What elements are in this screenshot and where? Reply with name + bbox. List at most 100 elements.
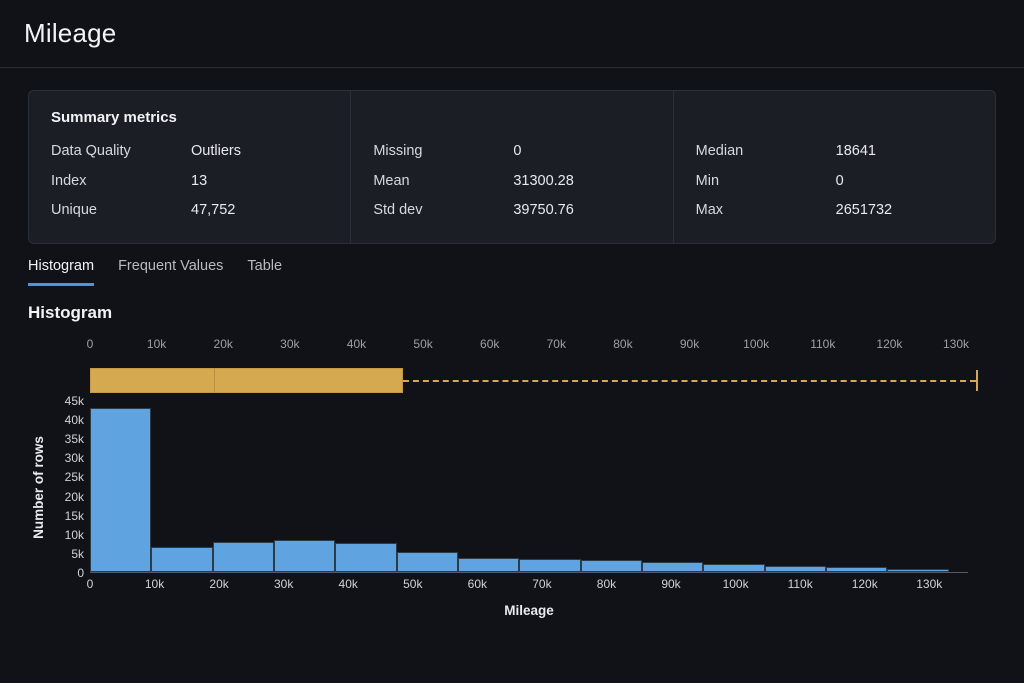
boxplot-box xyxy=(90,368,403,393)
histogram-bar[interactable] xyxy=(887,569,948,572)
metric-label: Missing xyxy=(373,137,513,167)
histogram-bar[interactable] xyxy=(519,559,580,572)
metric-row: Max 2651732 xyxy=(696,196,973,226)
metric-label: Mean xyxy=(373,167,513,197)
x-tick-label: 120k xyxy=(852,577,878,591)
boxplot-tick-label: 120k xyxy=(876,337,902,351)
summary-heading: Summary metrics xyxy=(51,109,328,126)
boxplot-track xyxy=(90,365,996,395)
page-title: Mileage xyxy=(24,18,116,49)
boxplot-tick-label: 70k xyxy=(547,337,566,351)
metric-value: 0 xyxy=(836,167,844,197)
x-tick-label: 90k xyxy=(661,577,680,591)
y-tick-label: 40k xyxy=(65,413,84,427)
histogram-bar[interactable] xyxy=(642,562,703,572)
histogram-bar[interactable] xyxy=(765,566,826,572)
boxplot-tick-label: 40k xyxy=(347,337,366,351)
tab-table[interactable]: Table xyxy=(247,258,282,286)
section-title: Histogram xyxy=(0,286,1024,323)
x-tick-label: 60k xyxy=(468,577,487,591)
y-axis-title: Number of rows xyxy=(28,401,48,573)
boxplot-median-line xyxy=(214,368,215,393)
metric-label: Median xyxy=(696,137,836,167)
metric-label: Max xyxy=(696,196,836,226)
metric-row: Unique 47,752 xyxy=(51,196,328,226)
boxplot-tick-label: 30k xyxy=(280,337,299,351)
metric-row: Min 0 xyxy=(696,167,973,197)
boxplot-tick-label: 80k xyxy=(613,337,632,351)
boxplot-tick-label: 100k xyxy=(743,337,769,351)
page-header: Mileage xyxy=(0,0,1024,68)
summary-column-1: Summary metrics Data Quality Outliers In… xyxy=(29,91,351,243)
boxplot-tick-label: 10k xyxy=(147,337,166,351)
x-tick-label: 0 xyxy=(87,577,94,591)
y-axis-title-label: Number of rows xyxy=(31,436,46,539)
metric-value: 39750.76 xyxy=(513,196,573,226)
metric-value: 18641 xyxy=(836,137,876,167)
x-tick-label: 40k xyxy=(339,577,358,591)
y-tick-label: 15k xyxy=(65,509,84,523)
histogram-bar[interactable] xyxy=(151,547,212,572)
y-tick-label: 20k xyxy=(65,490,84,504)
metric-label: Index xyxy=(51,167,191,197)
metric-row: Median 18641 xyxy=(696,137,973,167)
boxplot-axis: 010k20k30k40k50k60k70k80k90k100k110k120k… xyxy=(90,337,996,355)
metric-value: 47,752 xyxy=(191,196,235,226)
histogram-bar[interactable] xyxy=(274,540,335,572)
y-tick-label: 0 xyxy=(77,566,84,580)
histogram-bar[interactable] xyxy=(581,560,642,572)
histogram-plot-area xyxy=(90,401,968,573)
x-tick-label: 20k xyxy=(209,577,228,591)
histogram-bar[interactable] xyxy=(90,408,151,572)
histogram-bar[interactable] xyxy=(335,543,396,572)
y-axis-ticks: 05k10k15k20k25k30k35k40k45k xyxy=(48,401,88,573)
metric-row: Missing 0 xyxy=(373,137,650,167)
tab-frequent-values[interactable]: Frequent Values xyxy=(118,258,223,286)
tab-bar: Histogram Frequent Values Table xyxy=(0,244,1024,286)
metric-value: 31300.28 xyxy=(513,167,573,197)
metric-label: Std dev xyxy=(373,196,513,226)
x-axis-title: Mileage xyxy=(90,603,968,618)
y-tick-label: 10k xyxy=(65,528,84,542)
x-tick-label: 80k xyxy=(597,577,616,591)
x-tick-label: 50k xyxy=(403,577,422,591)
boxplot-whisker-cap xyxy=(976,370,978,391)
boxplot-tick-label: 20k xyxy=(214,337,233,351)
histogram-bar[interactable] xyxy=(397,552,458,572)
metric-row: Index 13 xyxy=(51,167,328,197)
x-tick-label: 70k xyxy=(532,577,551,591)
metric-row: Std dev 39750.76 xyxy=(373,196,650,226)
boxplot-tick-label: 50k xyxy=(413,337,432,351)
metric-value: 13 xyxy=(191,167,207,197)
boxplot-tick-label: 90k xyxy=(680,337,699,351)
summary-metrics-card: Summary metrics Data Quality Outliers In… xyxy=(28,90,996,244)
x-tick-label: 110k xyxy=(788,577,813,591)
metric-label: Data Quality xyxy=(51,137,191,167)
histogram-bar[interactable] xyxy=(703,564,764,572)
histogram-chart: Number of rows 05k10k15k20k25k30k35k40k4… xyxy=(28,401,996,616)
x-tick-label: 100k xyxy=(723,577,749,591)
summary-column-2: Missing 0 Mean 31300.28 Std dev 39750.76 xyxy=(351,91,673,243)
metric-value: 0 xyxy=(513,137,521,167)
boxplot-whisker xyxy=(403,380,976,382)
y-tick-label: 45k xyxy=(65,394,84,408)
summary-column-3: Median 18641 Min 0 Max 2651732 xyxy=(674,91,995,243)
x-tick-label: 30k xyxy=(274,577,293,591)
boxplot-tick-label: 0 xyxy=(87,337,94,351)
metric-value: Outliers xyxy=(191,137,241,167)
x-axis-ticks: 0 10k 20k 30k 40k 50k 60k 70k 80k 90k 100k 110k 120k… xyxy=(90,577,968,597)
histogram-bar[interactable] xyxy=(458,558,519,572)
chart-area: 0 10k 20k 30k 40k 50k 60k 70k 80k 90k 100k 110k 120k… xyxy=(0,337,1024,616)
boxplot-chart: 010k20k30k40k50k60k70k80k90k100k110k120k… xyxy=(28,337,996,397)
x-tick-label: 130k xyxy=(916,577,942,591)
histogram-bar[interactable] xyxy=(826,567,887,572)
boxplot-tick-label: 130k xyxy=(943,337,969,351)
histogram-bar[interactable] xyxy=(213,542,274,572)
metric-label: Unique xyxy=(51,196,191,226)
y-tick-label: 35k xyxy=(65,432,84,446)
y-tick-label: 25k xyxy=(65,470,84,484)
metric-row: Mean 31300.28 xyxy=(373,167,650,197)
tab-histogram[interactable]: Histogram xyxy=(28,258,94,286)
y-tick-label: 30k xyxy=(65,451,84,465)
x-tick-label: 10k xyxy=(145,577,164,591)
